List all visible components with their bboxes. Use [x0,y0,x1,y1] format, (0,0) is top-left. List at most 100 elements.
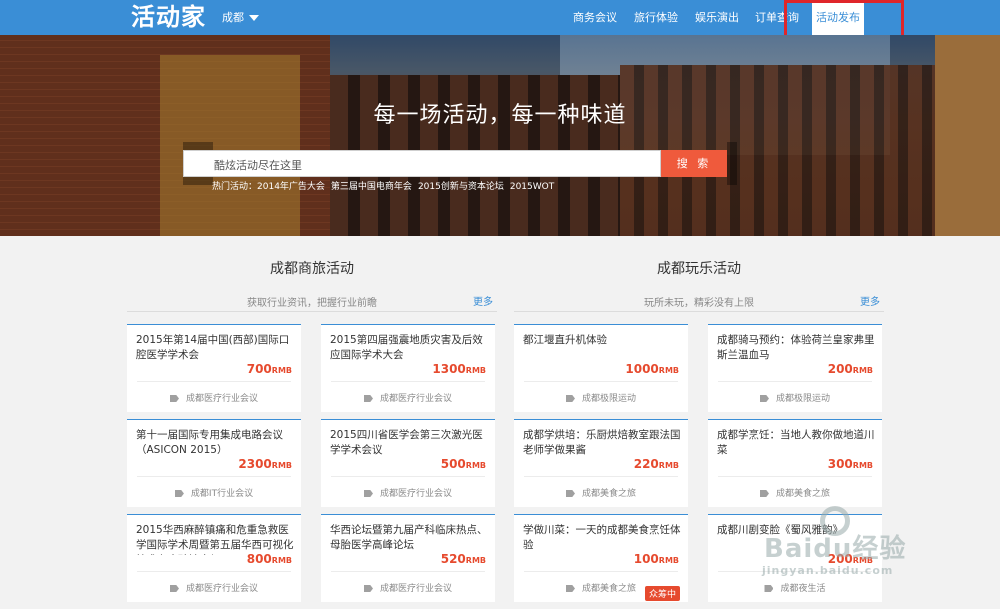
event-card[interactable]: 2015华西麻醉镇痛和危重急救医学国际学术周暨第五届华西可视化技术在麻醉镇痛与8… [127,514,301,602]
price-unit: RMB [658,556,679,565]
price-unit: RMB [852,461,873,470]
tag-icon [363,490,373,497]
card-divider [718,476,872,477]
hot-events-label: 热门活动： [212,182,258,192]
event-category[interactable]: 成都医疗行业会议 [321,581,495,594]
business-more-link[interactable]: 更多 [473,293,493,308]
tag-icon [565,585,575,592]
tag-icon [565,490,575,497]
city-label: 成都 [222,11,244,24]
event-title[interactable]: 2015华西麻醉镇痛和危重急救医学国际学术周暨第五届华西可视化技术在麻醉镇痛与 [136,523,296,555]
price-unit: RMB [465,556,486,565]
event-card[interactable]: 成都学烹饪：当地人教你做地道川菜 300RMB 成都美食之旅 [708,419,882,507]
site-logo[interactable]: 活动家 [131,2,206,32]
price-unit: RMB [271,556,292,565]
leisure-more-link[interactable]: 更多 [860,293,880,308]
price-value: 500 [440,457,466,471]
watermark-url: jingyan.baidu.com [762,564,894,577]
hot-event-link[interactable]: 第三届中国电商年会 [331,182,412,192]
event-price: 220RMB [634,457,679,471]
event-category[interactable]: 成都医疗行业会议 [321,391,495,404]
card-divider [524,381,678,382]
card-divider [331,571,485,572]
event-price: 700RMB [247,362,292,376]
city-selector[interactable]: 成都 [222,10,259,26]
business-section-title: 成都商旅活动 [270,261,354,277]
event-category[interactable]: 成都医疗行业会议 [321,486,495,499]
event-price: 520RMB [441,552,486,566]
leisure-section-subtitle: 玩所未玩，精彩没有上限 [644,298,754,309]
price-value: 520 [440,552,466,566]
hot-events: 热门活动：2014年广告大会 第三届中国电商年会 2015创新与资本论坛 2015WO… [212,179,560,192]
event-title[interactable]: 学做川菜：一天的成都美食烹饪体验 [523,523,683,555]
event-card[interactable]: 2015第四届强震地质灾害及后效应国际学术大会 1300RMB 成都医疗行业会议 [321,324,495,412]
price-unit: RMB [465,461,486,470]
tag-icon [169,585,179,592]
event-category[interactable]: 成都极限运动 [514,391,688,404]
card-divider [137,381,291,382]
hero-title: 每一场活动，每一种味道 [373,103,627,128]
event-category-label: 成都美食之旅 [581,489,636,499]
price-value: 100 [633,552,659,566]
event-card[interactable]: 成都学烘培：乐厨烘焙教室跟法国老师学做果酱 220RMB 成都美食之旅 [514,419,688,507]
price-unit: RMB [658,461,679,470]
event-card[interactable]: 学做川菜：一天的成都美食烹饪体验 100RMB 成都美食之旅 众筹中 [514,514,688,602]
event-card[interactable]: 华西论坛暨第九届产科临床热点、母胎医学高峰论坛 520RMB 成都医疗行业会议 [321,514,495,602]
event-category[interactable]: 成都美食之旅 [708,486,882,499]
price-unit: RMB [465,366,486,375]
event-title[interactable]: 成都学烹饪：当地人教你做地道川菜 [717,428,877,460]
nav-entertainment[interactable]: 娱乐演出 [692,0,742,35]
card-divider [718,381,872,382]
price-value: 700 [246,362,272,376]
hot-event-link[interactable]: 2015创新与资本论坛 [418,182,504,192]
event-category[interactable]: 成都IT行业会议 [127,486,301,499]
event-category-label: 成都极限运动 [581,394,636,404]
event-title[interactable]: 第十一届国际专用集成电路会议（ASICON 2015） [136,428,296,460]
event-card[interactable]: 成都骑马预约：体验荷兰皇家弗里斯兰温血马 200RMB 成都极限运动 [708,324,882,412]
hot-event-link[interactable]: 2014年广告大会 [257,182,325,192]
hero-overlay [0,35,1000,236]
price-value: 800 [246,552,272,566]
event-card[interactable]: 2015四川省医学会第三次激光医学学术会议 500RMB 成都医疗行业会议 [321,419,495,507]
event-price: 200RMB [828,362,873,376]
watermark-brand: Baidu经验 [764,534,907,564]
event-title[interactable]: 2015第四届强震地质灾害及后效应国际学术大会 [330,333,490,365]
search-frame-right [727,142,737,185]
event-category[interactable]: 成都美食之旅 [514,486,688,499]
nav-business-meeting[interactable]: 商务会议 [570,0,620,35]
event-title[interactable]: 成都骑马预约：体验荷兰皇家弗里斯兰温血马 [717,333,877,365]
event-category[interactable]: 成都医疗行业会议 [127,391,301,404]
event-title[interactable]: 都江堰直升机体验 [523,333,683,365]
chevron-down-icon [249,15,259,21]
event-category-label: 成都美食之旅 [581,584,636,594]
business-section-subtitle: 获取行业资讯，把握行业前瞻 [247,298,377,309]
event-category-label: 成都美食之旅 [775,489,830,499]
card-divider [524,571,678,572]
leisure-section-header: 玩所未玩，精彩没有上限 更多 [514,288,884,312]
hot-event-link[interactable]: 2015WOT [510,182,554,192]
event-title[interactable]: 华西论坛暨第九届产科临床热点、母胎医学高峰论坛 [330,523,490,555]
event-category-label: 成都IT行业会议 [190,489,254,499]
event-category-label: 成都极限运动 [775,394,830,404]
leisure-section-title: 成都玩乐活动 [657,261,741,277]
event-card[interactable]: 都江堰直升机体验 1000RMB 成都极限运动 [514,324,688,412]
search-input[interactable]: 酷炫活动尽在这里 [183,150,661,177]
event-title[interactable]: 2015四川省医学会第三次激光医学学术会议 [330,428,490,460]
card-divider [331,381,485,382]
price-value: 1300 [432,362,466,376]
event-card[interactable]: 第十一届国际专用集成电路会议（ASICON 2015） 2300RMB 成都IT行业… [127,419,301,507]
hero-banner [0,35,1000,236]
event-card[interactable]: 2015年第14届中国(西部)国际口腔医学学术会 700RMB 成都医疗行业会议 [127,324,301,412]
event-category-label: 成都医疗行业会议 [185,394,258,404]
event-title[interactable]: 2015年第14届中国(西部)国际口腔医学学术会 [136,333,296,365]
search-button[interactable]: 搜 索 [661,150,727,177]
card-divider [331,476,485,477]
price-value: 2300 [238,457,272,471]
tag-icon [174,490,184,497]
event-category[interactable]: 成都医疗行业会议 [127,581,301,594]
event-category-label: 成都医疗行业会议 [379,489,452,499]
price-value: 220 [633,457,659,471]
event-category[interactable]: 成都极限运动 [708,391,882,404]
event-title[interactable]: 成都学烘培：乐厨烘焙教室跟法国老师学做果酱 [523,428,683,460]
nav-travel-experience[interactable]: 旅行体验 [631,0,681,35]
